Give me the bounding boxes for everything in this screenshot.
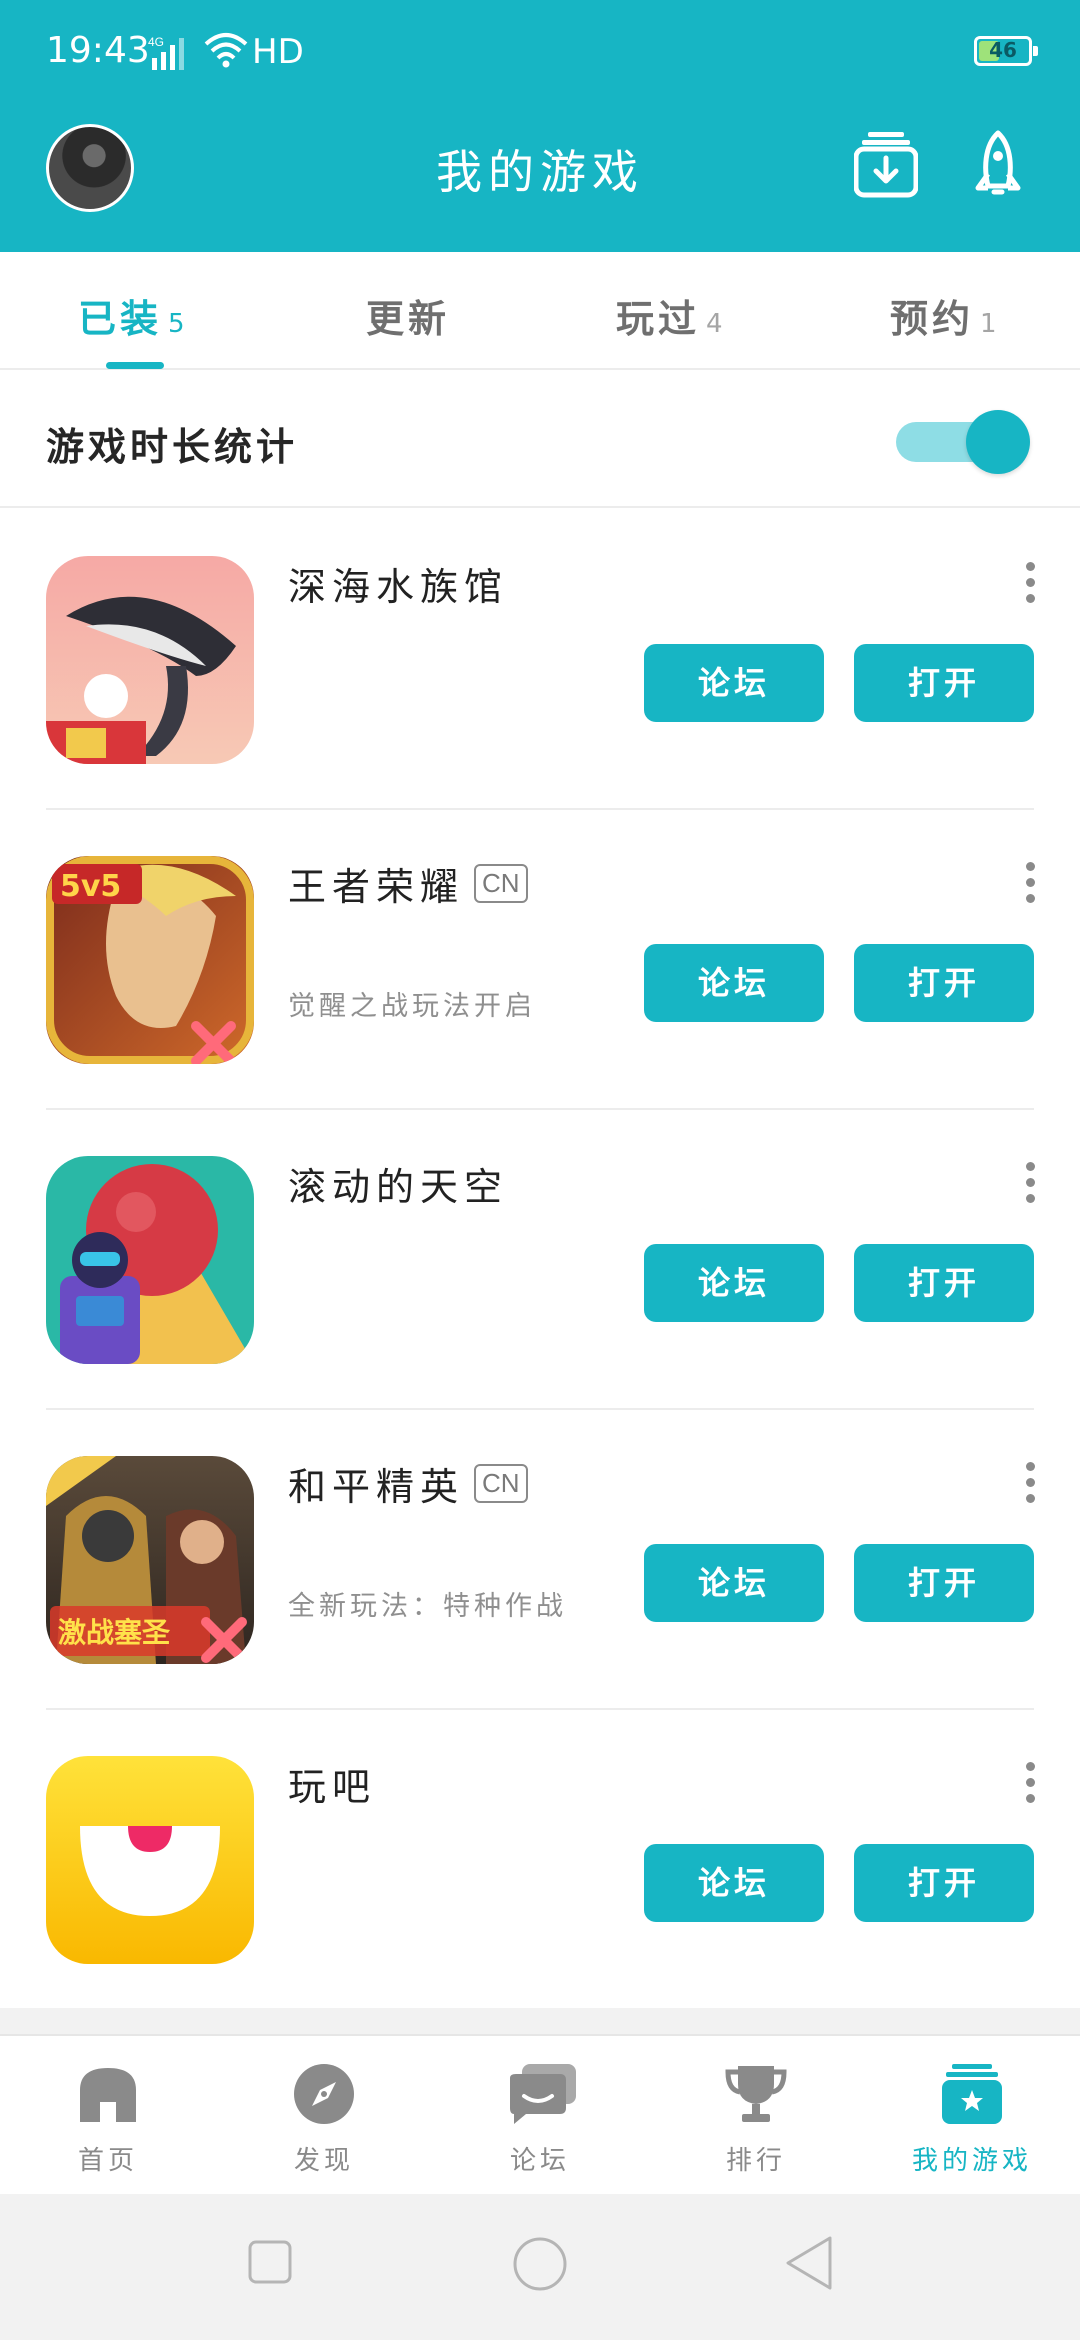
signal-icon: 4G: [148, 34, 198, 78]
game-name: 玩吧: [288, 1765, 377, 1809]
nav-my-games[interactable]: 我的游戏: [864, 2036, 1080, 2196]
game-badge: 激战塞圣: [58, 1616, 171, 1649]
nav-label: 发现: [293, 2146, 354, 2176]
nav-ranking[interactable]: 排行: [648, 2036, 864, 2196]
open-button[interactable]: 打开: [854, 944, 1034, 1022]
game-name: 滚动的天空: [288, 1165, 509, 1209]
list-footer-gap: [0, 2008, 1080, 2036]
bottom-nav: 首页 发现 论坛 排行 我的游戏: [0, 2034, 1080, 2194]
tab-count: 4: [706, 309, 723, 339]
game-name: 王者荣耀 CN: [288, 856, 528, 911]
game-name: 和平精英 CN: [288, 1456, 528, 1511]
forum-button[interactable]: 论坛: [644, 1244, 824, 1322]
game-badge: 5v5: [60, 869, 121, 904]
soldier-icon[interactable]: 激战塞圣: [46, 1456, 254, 1664]
tab-played[interactable]: 玩过 4: [616, 288, 723, 343]
compass-icon: [292, 2062, 356, 2126]
tab-label: 已装: [78, 297, 163, 341]
tab-count: 5: [168, 309, 185, 339]
home-circle-icon[interactable]: [512, 2236, 568, 2296]
network-label: 4G: [148, 35, 164, 49]
forum-button[interactable]: 论坛: [644, 1844, 824, 1922]
region-tag: CN: [474, 1464, 528, 1503]
active-tab-indicator: [106, 362, 164, 369]
more-options-icon[interactable]: [1020, 862, 1040, 910]
game-description: 全新玩法：特种作战: [288, 1591, 567, 1622]
playtime-stats-row: 游戏时长统计: [0, 372, 1080, 508]
game-list-item: 深海水族馆 论坛 打开: [0, 510, 1080, 810]
system-nav-bar: [0, 2194, 1080, 2340]
game-name: 深海水族馆: [288, 565, 509, 609]
tab-label: 更新: [366, 297, 451, 341]
tab-updates[interactable]: 更新: [366, 288, 450, 343]
game-list-item: 5v5 王者荣耀 CN 觉醒之战玩法开启 论坛 打开: [0, 810, 1080, 1110]
back-icon[interactable]: [784, 2234, 834, 2296]
forum-button[interactable]: 论坛: [644, 644, 824, 722]
more-options-icon[interactable]: [1020, 1162, 1040, 1210]
tab-installed[interactable]: 已装 5: [78, 288, 185, 343]
nav-home[interactable]: 首页: [0, 2036, 216, 2196]
recent-apps-icon[interactable]: [248, 2240, 292, 2288]
nav-discover[interactable]: 发现: [216, 2036, 432, 2196]
nav-label: 排行: [725, 2146, 786, 2176]
tab-count: 1: [980, 309, 997, 339]
nav-label: 论坛: [509, 2146, 570, 2176]
battery-icon: 46: [974, 36, 1038, 66]
open-button[interactable]: 打开: [854, 1844, 1034, 1922]
game-list-item: 玩吧 论坛 打开: [0, 1710, 1080, 2010]
playtime-stats-toggle[interactable]: [896, 410, 1032, 474]
more-options-icon[interactable]: [1020, 1462, 1040, 1510]
trophy-icon: [724, 2062, 788, 2126]
more-options-icon[interactable]: [1020, 1762, 1040, 1810]
region-tag: CN: [474, 864, 528, 903]
download-tray-icon[interactable]: [853, 130, 919, 202]
my-games-icon: [940, 2062, 1004, 2126]
forum-button[interactable]: 论坛: [644, 1544, 824, 1622]
chat-icon: [508, 2062, 576, 2126]
open-button[interactable]: 打开: [854, 1244, 1034, 1322]
nav-forum[interactable]: 论坛: [432, 2036, 648, 2196]
game-description: 觉醒之战玩法开启: [288, 991, 536, 1022]
tab-label: 预约: [890, 297, 975, 341]
nav-label: 我的游戏: [911, 2146, 1032, 2176]
tab-label: 玩过: [616, 297, 701, 341]
battery-percent: 46: [989, 38, 1017, 62]
game-list-item: 滚动的天空 论坛 打开: [0, 1110, 1080, 1410]
page-title: 我的游戏: [436, 145, 644, 199]
open-button[interactable]: 打开: [854, 1544, 1034, 1622]
smile-icon[interactable]: [46, 1756, 254, 1964]
open-button[interactable]: 打开: [854, 644, 1034, 722]
whale-icon[interactable]: [46, 556, 254, 764]
tab-bar: 已装 5 更新 玩过 4 预约 1: [0, 252, 1080, 370]
ball-icon[interactable]: [46, 1156, 254, 1364]
wifi-hd-label: HD: [252, 32, 304, 72]
status-bar: 19:43 4G HD 46: [0, 0, 1080, 108]
tab-reserved[interactable]: 预约 1: [890, 288, 997, 343]
status-time: 19:43: [46, 30, 150, 71]
rocket-icon[interactable]: [974, 130, 1022, 206]
game-list-item: 激战塞圣 和平精英 CN 全新玩法：特种作战 论坛 打开: [0, 1410, 1080, 1710]
wifi-icon: [204, 32, 248, 72]
more-options-icon[interactable]: [1020, 562, 1040, 610]
home-icon: [76, 2062, 140, 2126]
playtime-stats-label: 游戏时长统计: [46, 425, 299, 469]
top-bar: 19:43 4G HD 46 我的游戏: [0, 0, 1080, 252]
nav-label: 首页: [77, 2146, 138, 2176]
forum-button[interactable]: 论坛: [644, 944, 824, 1022]
hero-icon[interactable]: 5v5: [46, 856, 254, 1064]
